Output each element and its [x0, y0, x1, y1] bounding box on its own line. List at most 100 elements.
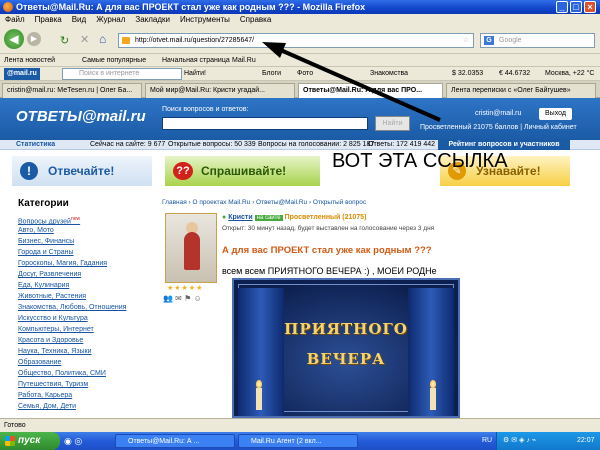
tab-metesen[interactable]: cristin@mail.ru: МеТеsen.ru | Олег Ба... [2, 83, 142, 98]
eur-rate: € 44.6732 [499, 70, 531, 77]
home-icon[interactable]: ⌂ [99, 32, 106, 46]
window-titlebar: Ответы@Mail.Ru: А для вас ПРОЕКТ стал уж… [0, 0, 600, 14]
category-food[interactable]: Еда, Кулинария [18, 280, 148, 291]
menu-edit[interactable]: Правка [30, 14, 67, 26]
back-button[interactable]: ◀ [4, 29, 24, 49]
user-action-icons[interactable]: 👥 ✉ ⚑ ☺ [163, 294, 202, 303]
usd-rate: $ 32.0353 [452, 70, 484, 77]
answer-button[interactable]: ! Отвечайте! [12, 156, 152, 186]
menu-view[interactable]: Вид [67, 14, 91, 26]
category-beauty[interactable]: Красота и Здоровье [18, 335, 148, 346]
category-education[interactable]: Образование [18, 357, 148, 368]
category-work[interactable]: Работа, Карьера [18, 390, 148, 401]
online-badge: на сайте [254, 215, 283, 221]
forward-button[interactable]: ▶ [27, 32, 41, 46]
online-dot-icon: ● [222, 214, 227, 221]
navigation-toolbar: ◀ ▶ ↻ ✕ ⌂ http://otvet.mail.ru/question/… [0, 26, 600, 54]
language-indicator[interactable]: RU [482, 432, 492, 450]
stats-voting[interactable]: Вопросы на голосовании: 2 825 187 [258, 140, 374, 150]
blogs-link[interactable]: Блоги [262, 67, 281, 81]
author-rank: Просветленный (21075) [284, 214, 367, 221]
taskbar-item-label: Ответы@Mail.Ru: А ... [128, 438, 200, 445]
answer-icon: ! [20, 162, 38, 180]
search-box[interactable]: G Google [480, 33, 595, 48]
mail-find-button[interactable]: Найти! [184, 67, 206, 81]
bookmark-start[interactable]: Начальная страница [162, 54, 230, 67]
close-button[interactable]: × [584, 1, 596, 13]
url-text: http://otvet.mail.ru/question/27285647/ [135, 37, 255, 44]
mailru-logo[interactable]: @mail.ru [4, 68, 40, 80]
candle-flame-right [430, 380, 436, 388]
maximize-button[interactable]: □ [570, 1, 582, 13]
category-art[interactable]: Искусство и Культура [18, 313, 148, 324]
bookmark-mailru[interactable]: Mail.Ru [232, 54, 256, 67]
avatar[interactable] [165, 213, 217, 283]
tab-otvety[interactable]: Ответы@Mail.Ru: А для вас ПРО... [298, 83, 443, 98]
user-email: cristin@mail.ru [475, 110, 522, 117]
question-meta: Открыт: 30 минут назад, будет выставлен … [222, 225, 435, 232]
quicklaunch-icons[interactable]: ◉ ◎ [64, 436, 82, 447]
author-name[interactable]: Кристи [228, 214, 252, 221]
tab-bar: cristin@mail.ru: МеТеsen.ru | Олег Ба...… [0, 81, 600, 98]
site-logo[interactable]: ОТВЕТЫ@mail.ru [16, 108, 146, 125]
tray-icons[interactable]: ⚙ ✉ ◈ ♪ ⌁ [503, 432, 536, 450]
category-auto[interactable]: Авто, Мото [18, 225, 148, 236]
status-bar: Готово [0, 418, 600, 432]
tab-moi-mir[interactable]: Мой мир@Mail.Ru: Кристи угадай... [145, 83, 295, 98]
image-text-line2: ВЕЧЕРА [306, 350, 386, 368]
clock: 22:07 [577, 437, 595, 444]
logout-button[interactable]: Выход [539, 108, 572, 120]
user-status[interactable]: Просветленный 21075 баллов | Личный каби… [420, 124, 577, 131]
ask-label: Спрашивайте! [201, 164, 287, 178]
minimize-button[interactable]: _ [556, 1, 568, 13]
bookmark-popular[interactable]: Самые популярные [82, 54, 146, 67]
stats-open[interactable]: Открытые вопросы: 50 339 [168, 140, 256, 150]
greeting-image: ПРИЯТНОГО ВЕЧЕРА [232, 278, 460, 418]
tab-lenta[interactable]: Лента переписки с «Олег Байгушев» [446, 83, 596, 98]
bookmark-news[interactable]: Лента новостей [4, 54, 55, 67]
mail-search-input[interactable]: Поиск в интернете [62, 68, 182, 80]
site-search-button[interactable]: Найти [375, 116, 410, 131]
category-computers[interactable]: Компьютеры, Интернет [18, 324, 148, 335]
category-science[interactable]: Наука, Техника, Языки [18, 346, 148, 357]
breadcrumb[interactable]: Главная › О проектах Mail.Ru › Ответы@Ma… [162, 199, 366, 206]
category-leisure[interactable]: Досуг, Развлечения [18, 269, 148, 280]
photo-link[interactable]: Фото [297, 67, 313, 81]
mailru-toolbar: @mail.ru Поиск в интернете Найти! Блоги … [0, 67, 600, 81]
site-search-input[interactable] [162, 117, 368, 130]
url-bar[interactable]: http://otvet.mail.ru/question/27285647/ … [118, 33, 474, 48]
stats-link[interactable]: Статистика [16, 140, 55, 150]
stop-icon[interactable]: ✕ [80, 33, 89, 46]
category-horoscopes[interactable]: Гороскопы, Магия, Гадания [18, 258, 148, 269]
rating-stars: ★★★★★ [167, 285, 204, 292]
category-business[interactable]: Бизнес, Финансы [18, 236, 148, 247]
menu-tools[interactable]: Инструменты [175, 14, 235, 26]
question-title: А для вас ПРОЕКТ стал уже как родным ??? [222, 245, 432, 256]
stats-answers: Ответы: 172 419 442 [368, 141, 436, 148]
menu-history[interactable]: Журнал [91, 14, 130, 26]
taskbar-agent[interactable]: Mail.Ru Агент (2 вкл... [238, 434, 358, 448]
google-icon: G [484, 36, 494, 45]
category-friends[interactable]: Вопросы друзейnew [18, 214, 148, 225]
bookmark-star-icon[interactable]: ☆ [463, 34, 469, 47]
menu-file[interactable]: Файл [0, 14, 30, 26]
rating-button[interactable]: Рейтинг вопросов и участников [438, 140, 570, 150]
category-family[interactable]: Семья, Дом, Дети [18, 401, 148, 412]
category-animals[interactable]: Животные, Растения [18, 291, 148, 302]
start-button[interactable]: пуск [0, 432, 60, 450]
taskbar-firefox[interactable]: Ответы@Mail.Ru: А ... [115, 434, 235, 448]
new-badge: new [70, 216, 81, 222]
firefox-icon [3, 2, 13, 12]
category-travel[interactable]: Путешествия, Туризм [18, 379, 148, 390]
window-title: Ответы@Mail.Ru: А для вас ПРОЕКТ стал уж… [16, 2, 366, 12]
category-society[interactable]: Общество, Политика, СМИ [18, 368, 148, 379]
menu-bookmarks[interactable]: Закладки [130, 14, 175, 26]
page-content: ОТВЕТЫ@mail.ru Поиск вопросов и ответов:… [0, 98, 600, 418]
category-cities[interactable]: Города и Страны [18, 247, 148, 258]
ask-button[interactable]: ?? Спрашивайте! [165, 156, 320, 186]
reload-icon[interactable]: ↻ [60, 34, 69, 47]
menu-help[interactable]: Справка [235, 14, 276, 26]
dating-link[interactable]: Знакомства [370, 67, 408, 81]
category-dating[interactable]: Знакомства, Любовь, Отношения [18, 302, 148, 313]
site-search-label: Поиск вопросов и ответов: [162, 106, 249, 113]
